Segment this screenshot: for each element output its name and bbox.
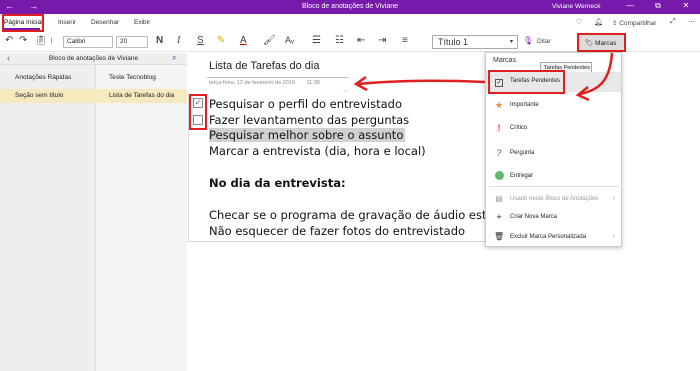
tag-item-deliver[interactable]: Entregar — [486, 167, 621, 187]
format-painter-icon[interactable]: 🖌︎ — [263, 35, 276, 46]
note-line[interactable]: Pesquisar o perfil do entrevistado — [209, 97, 402, 111]
underline-button[interactable]: S — [197, 35, 204, 46]
star-icon: ★ — [494, 100, 504, 110]
page-title[interactable]: Lista de Tarefas do dia — [209, 60, 319, 72]
more-icon[interactable]: ⋯ — [688, 18, 695, 26]
arrowhead-title — [353, 75, 368, 92]
tags-used-in-notebook: ▤ Usado neste Bloco de Anotações › — [486, 190, 621, 210]
bullets-icon[interactable]: ☰ — [312, 35, 321, 46]
italic-button[interactable]: I — [177, 35, 180, 46]
note-line-highlighted[interactable]: Pesquisar melhor sobre o assunto — [209, 128, 406, 142]
exclamation-icon: ! — [497, 123, 501, 133]
tag-item-question[interactable]: ? Pergunta — [486, 144, 621, 164]
note-line[interactable]: Marcar a entrevista (dia, hora e local) — [209, 144, 426, 158]
dropdown-separator — [489, 186, 619, 187]
home-tab-annotation-box — [2, 14, 44, 32]
title-bar: ← → Bloco de anotações de Viviane Vivian… — [0, 0, 700, 14]
tag-item-label: Pergunta — [510, 150, 535, 156]
lightbulb-icon[interactable]: ♡ — [576, 18, 582, 26]
note-heading[interactable]: No dia da entrevista: — [209, 176, 346, 190]
heading-style-value: Título 1 — [438, 37, 469, 47]
question-icon: ? — [496, 148, 502, 158]
page-item[interactable]: Teste Tecnoblog — [95, 71, 187, 85]
font-name-field[interactable]: Calibri — [63, 36, 113, 48]
tag-icon: 🏷︎ — [585, 40, 594, 47]
notebook-icon: ▤ — [495, 194, 503, 203]
font-size-field[interactable]: 20 — [116, 36, 148, 48]
chevron-down-icon: ▾ — [509, 39, 513, 45]
expand-icon[interactable]: ⤢ — [670, 18, 676, 26]
tags-used-label: Usado neste Bloco de Anotações — [510, 196, 599, 202]
user-name[interactable]: Viviane Werneck — [552, 3, 601, 10]
close-icon[interactable]: ✕ — [676, 1, 696, 10]
indent-icon[interactable]: ⇥ — [378, 35, 386, 46]
container-handle[interactable]: ⋯ — [343, 88, 349, 95]
bold-button[interactable]: N — [156, 35, 163, 46]
notebook-header: ‹ Bloco de anotações de Viviane ⌕ — [0, 53, 187, 65]
microphone-icon[interactable]: 🎙︎ — [523, 36, 533, 45]
title-underline — [207, 77, 349, 78]
outdent-icon[interactable]: ⇤ — [357, 35, 365, 46]
font-color-icon[interactable]: A — [240, 35, 247, 46]
chevron-right-icon: › — [612, 233, 615, 240]
note-line[interactable]: Fazer levantamento das perguntas — [209, 113, 409, 127]
note-line[interactable]: Não esquecer de fazer fotos do entrevist… — [209, 224, 465, 238]
page-date: terça-feira, 12 de fevereiro de 2019 — [209, 80, 295, 86]
create-tag-label: Criar Nova Marca — [510, 214, 558, 220]
redo-icon[interactable]: ↷ — [19, 35, 27, 46]
trash-icon: 🗑︎ — [494, 232, 505, 241]
arrow-to-title — [357, 79, 486, 86]
tag-item-label: Importante — [510, 102, 539, 108]
dictate-button[interactable]: Ditar — [537, 38, 551, 45]
delete-tag-label: Excluir Marca Personalizada — [510, 234, 587, 240]
delete-custom-tag[interactable]: 🗑︎ Excluir Marca Personalizada › — [486, 228, 621, 248]
tag-item-label: Entregar — [510, 173, 534, 179]
tag-item-label: Crítico — [510, 125, 528, 131]
tags-button-label: Marcas — [595, 40, 617, 47]
tag-item-important[interactable]: ★ Importante — [486, 96, 621, 116]
heading-style-select[interactable]: Título 1 ▾ — [432, 35, 518, 49]
tags-button[interactable]: 🏷︎ Marcas — [577, 33, 626, 52]
chevron-right-icon: › — [612, 195, 615, 202]
page-item-selected[interactable]: Lista de Tarefas do dia — [95, 89, 187, 103]
section-item-selected[interactable]: Seção sem título — [0, 89, 95, 103]
toolbar-separator: | — [51, 38, 53, 44]
section-item[interactable]: Anotações Rápidas — [0, 71, 95, 85]
tag-item-critical[interactable]: ! Crítico — [486, 119, 621, 139]
align-icon[interactable]: ≡ — [402, 35, 408, 46]
notebook-name[interactable]: Bloco de anotações de Viviane — [0, 55, 187, 62]
ribbon-tabs: Página Inicial Inserir Desenhar Exibir ♡… — [0, 14, 700, 32]
page-date-meta: terça-feira, 12 de fevereiro de 2019 11:… — [209, 80, 320, 86]
highlight-icon[interactable]: ✎ — [217, 35, 225, 46]
tab-draw[interactable]: Desenhar — [91, 19, 119, 26]
restore-icon[interactable]: ⧉ — [648, 1, 668, 11]
checkbox-annotation-box — [189, 94, 207, 130]
minimize-icon[interactable]: — — [620, 1, 640, 10]
note-line[interactable]: Checar se o programa de gravação de áudi… — [209, 208, 511, 222]
outline-border-bottom — [188, 241, 486, 242]
tab-view[interactable]: Exibir — [134, 19, 150, 26]
green-circle-icon — [494, 171, 504, 182]
clipboard-icon[interactable]: 📋︎ — [35, 35, 46, 46]
page-time: 11:38 — [306, 80, 320, 86]
styles-icon[interactable]: Aᵥ — [285, 35, 294, 45]
share-button[interactable]: ⇪ Compartilhar — [612, 19, 656, 27]
plus-icon: + — [496, 212, 502, 222]
search-icon[interactable]: ⌕ — [172, 53, 176, 63]
tab-insert[interactable]: Inserir — [58, 19, 76, 26]
tags-dropdown-title: Marcas — [493, 57, 516, 64]
create-new-tag[interactable]: + Criar Nova Marca — [486, 208, 621, 228]
numbering-icon[interactable]: ☷ — [335, 35, 344, 46]
todo-tag-annotation-box — [488, 70, 565, 94]
share-label: Compartilhar — [619, 20, 657, 27]
bell-icon[interactable]: 🔔︎ — [594, 18, 603, 26]
undo-icon[interactable]: ↶ — [5, 35, 13, 46]
